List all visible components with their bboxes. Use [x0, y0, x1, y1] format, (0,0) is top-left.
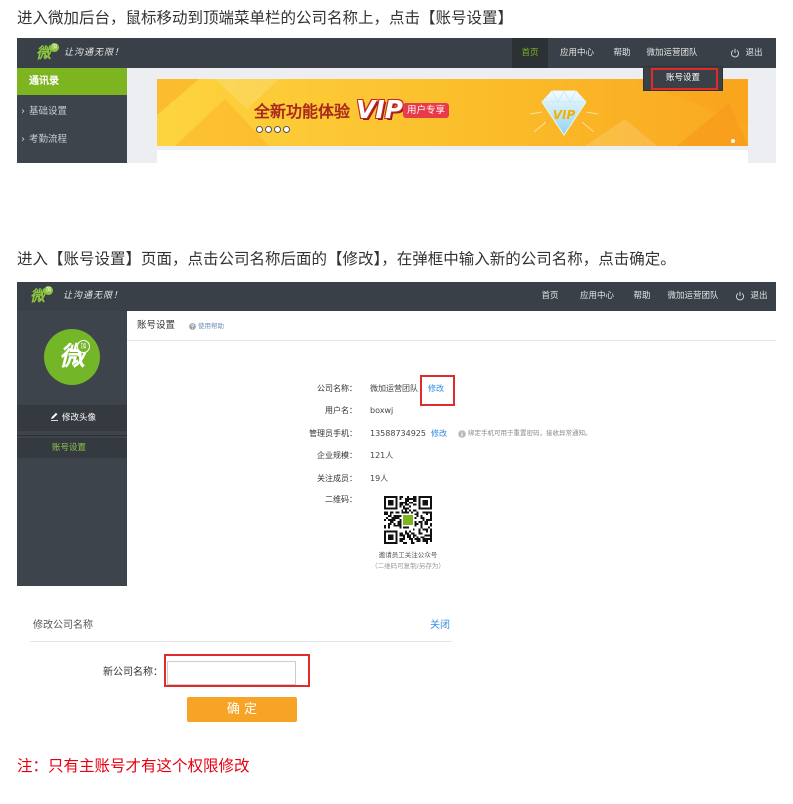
avatar-logo-badge: 加 — [77, 340, 90, 353]
avatar-logo-glyph: 微 — [58, 342, 85, 372]
logo-badge: 加 — [50, 43, 59, 52]
logo-badge: 加 — [44, 286, 53, 295]
logo-glyph: 微 — [36, 44, 52, 62]
sidebar-item-label: 账号设置 — [52, 443, 87, 453]
nav-item-help[interactable]: 帮助 — [611, 38, 633, 68]
power-icon[interactable] — [735, 291, 745, 301]
qr-note: （二维码可复制/另存为） — [371, 562, 445, 570]
screenshot-account-settings: 微 加 让沟通无限！ 首页 应用中心 帮助 微加运营团队 退出 微 加 修改头像 — [17, 282, 776, 586]
info-icon — [458, 430, 466, 438]
sparkle-dot — [731, 139, 735, 143]
edit-avatar-label: 修改头像 — [62, 413, 97, 423]
carousel-dot[interactable] — [283, 126, 290, 133]
logout-link[interactable]: 退出 — [744, 38, 764, 68]
banner-vip-tag: 用户专享 — [403, 103, 450, 118]
field-label-company-name: 公司名称： — [317, 384, 357, 393]
sidebar-item-label: 考勤流程 — [29, 134, 68, 145]
edit-avatar-button[interactable]: 修改头像 — [17, 405, 127, 431]
nav-item-company-name[interactable]: 微加运营团队 — [644, 38, 700, 68]
dialog-title: 修改公司名称 — [33, 620, 93, 631]
pencil-icon-body — [51, 412, 58, 419]
highlight-box — [420, 375, 455, 406]
help-link[interactable]: 使用帮助 — [198, 321, 224, 331]
nav-item-home[interactable]: 首页 — [512, 38, 548, 68]
sidebar: 通讯录 › 基础设置 › 考勤流程 — [17, 68, 127, 163]
instruction-step-2: 进入【账号设置】页面，点击公司名称后面的【修改】，在弹框中输入新的公司名称，点击… — [17, 250, 676, 268]
brand-slogan: 让沟通无限！ — [64, 48, 125, 58]
screenshot-dashboard: 微 加 让沟通无限！ 首页 应用中心 帮助 微加运营团队 退出 通讯录 › 基础… — [17, 38, 776, 163]
chevron-right-icon: › — [21, 106, 25, 117]
carousel-dots — [256, 126, 296, 134]
nav-item-company-name[interactable]: 微加运营团队 — [665, 282, 721, 311]
admin-phone-hint: 绑定手机可用于重置密码，接收异常通知。 — [468, 429, 592, 437]
info-icon-dot — [461, 431, 463, 433]
banner-decoration-shape — [157, 79, 199, 115]
chevron-right-icon: › — [21, 134, 25, 145]
sidebar: 微 加 修改头像 账号设置 — [17, 311, 127, 586]
sidebar-item-basic-settings[interactable]: › 基础设置 — [17, 101, 127, 123]
nav-item-home[interactable]: 首页 — [536, 282, 564, 311]
pencil-icon-line — [51, 420, 58, 421]
instruction-step-1: 进入微加后台，鼠标移动到顶端菜单栏的公司名称上，点击【账号设置】 — [17, 9, 514, 27]
dialog-close-button[interactable]: 关闭 — [430, 619, 450, 633]
sidebar-item-attendance[interactable]: › 考勤流程 — [17, 129, 127, 151]
sidebar-item-account-settings[interactable]: 账号设置 — [17, 438, 127, 458]
nav-item-app-center[interactable]: 应用中心 — [557, 38, 597, 68]
field-label-admin-phone: 管理员手机： — [309, 429, 357, 438]
field-value-admin-phone: 13588734925 — [370, 429, 426, 438]
field-value-followers: 19人 — [370, 474, 389, 483]
field-value-company-name: 微加运营团队 — [370, 384, 418, 393]
permission-note: 注：只有主账号才有这个权限修改 — [17, 757, 250, 775]
page-title: 账号设置 — [137, 320, 176, 331]
carousel-dot[interactable] — [256, 126, 263, 133]
qr-center-logo — [403, 515, 413, 525]
sidebar-divider — [17, 435, 127, 436]
highlight-box — [651, 68, 718, 90]
sidebar-item-label: 基础设置 — [29, 106, 68, 117]
avatar[interactable]: 微 加 — [44, 329, 100, 385]
sidebar-header[interactable]: 通讯录 — [17, 68, 127, 95]
field-label-company-size: 企业规模： — [317, 451, 357, 460]
top-nav-bar: 微 加 让沟通无限！ 首页 应用中心 帮助 微加运营团队 退出 — [17, 282, 776, 311]
confirm-button[interactable]: 确 定 — [187, 697, 297, 722]
header-divider — [127, 340, 776, 341]
qr-caption: 邀请员工关注公众号 — [378, 551, 438, 559]
banner-headline: 全新功能体验 — [254, 102, 351, 121]
field-label-qr-code: 二维码： — [325, 495, 357, 504]
carousel-dot[interactable] — [265, 126, 272, 133]
banner-vip-text: VIP — [356, 95, 403, 124]
edit-avatar-content: 修改头像 — [50, 405, 96, 431]
new-company-name-label: 新公司名称： — [103, 667, 163, 678]
field-value-username: boxwj — [370, 406, 394, 415]
help-icon-dot — [192, 327, 193, 329]
diamond-icon: VIP — [529, 90, 599, 136]
qr-code-image[interactable] — [384, 496, 432, 544]
carousel-dot[interactable] — [274, 126, 281, 133]
dialog-divider — [30, 641, 452, 642]
sidebar-header-label: 通讯录 — [29, 76, 59, 87]
brand-slogan: 让沟通无限！ — [63, 291, 124, 301]
diamond-label: VIP — [553, 108, 576, 122]
nav-item-help[interactable]: 帮助 — [631, 282, 653, 311]
logout-link[interactable]: 退出 — [748, 282, 770, 311]
info-icon-stem — [461, 433, 463, 437]
highlight-box — [164, 654, 310, 687]
logo-icon[interactable]: 微 加 — [36, 43, 60, 62]
help-circle-icon[interactable] — [189, 323, 196, 330]
top-nav-bar: 微 加 让沟通无限！ 首页 应用中心 帮助 微加运营团队 退出 — [17, 38, 776, 68]
field-label-followers: 关注成员： — [317, 474, 357, 483]
nav-item-app-center[interactable]: 应用中心 — [577, 282, 617, 311]
pencil-icon — [51, 412, 58, 421]
edit-admin-phone-link[interactable]: 修改 — [431, 427, 447, 441]
content-panel — [157, 150, 748, 163]
field-value-company-size: 121人 — [370, 451, 394, 460]
field-label-username: 用户名： — [325, 406, 357, 415]
power-icon[interactable] — [730, 48, 740, 58]
logo-glyph: 微 — [30, 287, 46, 305]
logo-icon[interactable]: 微 加 — [30, 286, 54, 305]
